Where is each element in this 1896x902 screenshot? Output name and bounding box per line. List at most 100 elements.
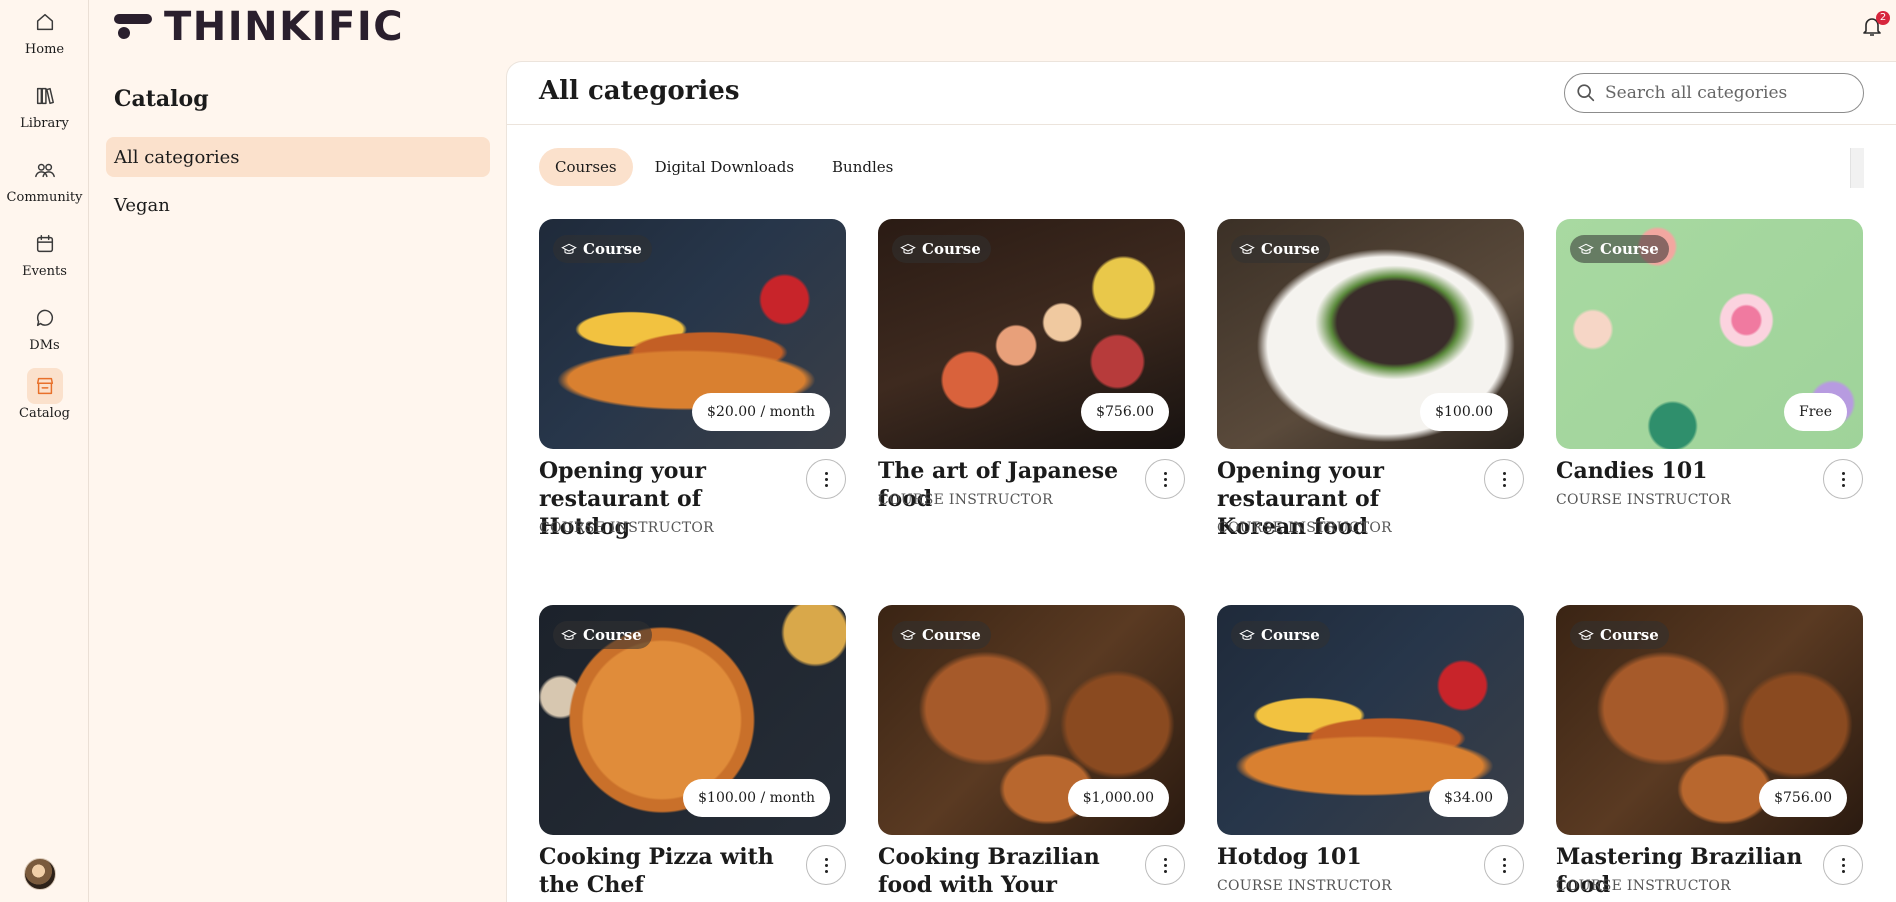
tab-digital-downloads[interactable]: Digital Downloads	[639, 148, 810, 186]
course-thumbnail[interactable]: Course $100.00	[1217, 219, 1524, 449]
course-type-badge: Course	[892, 235, 991, 263]
course-instructor: COURSE INSTRUCTOR	[1556, 878, 1732, 894]
course-instructor: COURSE INSTRUCTOR	[539, 520, 715, 536]
nav-events-label: Events	[22, 264, 67, 279]
thinkific-logo[interactable]: THINKIFIC	[114, 4, 405, 50]
nav-catalog[interactable]: Catalog	[0, 368, 89, 434]
more-options-button[interactable]	[1145, 845, 1185, 885]
price-tag: $20.00 / month	[692, 393, 830, 431]
calendar-icon	[27, 226, 63, 262]
course-card: Course Free Candies 101 COURSE INSTRUCTO…	[1556, 219, 1863, 508]
price-tag: $1,000.00	[1067, 779, 1169, 817]
more-options-button[interactable]	[1145, 459, 1185, 499]
graduation-cap-icon	[1239, 629, 1255, 640]
course-type-label: Course	[1261, 626, 1320, 644]
search-box[interactable]	[1564, 73, 1864, 113]
nav-dms-label: DMs	[29, 338, 60, 353]
nav-library-label: Library	[20, 116, 69, 131]
nav-catalog-label: Catalog	[19, 406, 70, 421]
course-type-label: Course	[1600, 626, 1659, 644]
course-type-label: Course	[583, 240, 642, 258]
left-nav-rail: Home Library Community Events DMs Catalo…	[0, 0, 89, 902]
course-thumbnail[interactable]: Course $756.00	[1556, 605, 1863, 835]
nav-library[interactable]: Library	[0, 78, 89, 144]
course-instructor: COURSE INSTRUCTOR	[1556, 492, 1732, 508]
course-thumbnail[interactable]: Course $100.00 / month	[539, 605, 846, 835]
course-thumbnail[interactable]: Course $34.00	[1217, 605, 1524, 835]
chat-icon	[27, 300, 63, 336]
graduation-cap-icon	[1578, 629, 1594, 640]
graduation-cap-icon	[900, 629, 916, 640]
course-title[interactable]: Cooking Brazilian food with Your Instruc…	[878, 843, 1136, 902]
catalog-title: Catalog	[114, 86, 209, 112]
course-type-label: Course	[922, 240, 981, 258]
price-tag: $34.00	[1429, 779, 1508, 817]
course-card: Course $34.00 Hotdog 101 COURSE INSTRUCT…	[1217, 605, 1524, 894]
course-title[interactable]: Hotdog 101	[1217, 843, 1475, 871]
course-title[interactable]: Candies 101	[1556, 457, 1814, 485]
logo-text: THINKIFIC	[164, 4, 405, 50]
library-icon	[27, 78, 63, 114]
more-options-button[interactable]	[1484, 459, 1524, 499]
tabs-scrollbar[interactable]	[1850, 148, 1864, 188]
tab-bundles[interactable]: Bundles	[816, 148, 909, 186]
course-type-label: Course	[1600, 240, 1659, 258]
more-options-button[interactable]	[1823, 459, 1863, 499]
price-tag: $100.00	[1420, 393, 1508, 431]
course-card: Course $100.00 / month Cooking Pizza wit…	[539, 605, 846, 898]
home-icon	[27, 4, 63, 40]
avatar[interactable]	[24, 858, 56, 890]
nav-home[interactable]: Home	[0, 4, 89, 70]
community-icon	[27, 152, 63, 188]
tab-courses[interactable]: Courses	[539, 148, 633, 186]
graduation-cap-icon	[900, 243, 916, 254]
category-all[interactable]: All categories	[106, 137, 490, 177]
search-icon	[1577, 84, 1595, 102]
nav-community-label: Community	[6, 190, 83, 205]
notification-count-badge: 2	[1876, 11, 1890, 25]
course-thumbnail[interactable]: Course Free	[1556, 219, 1863, 449]
course-title[interactable]: Cooking Pizza with the Chef	[539, 843, 797, 899]
price-tag: Free	[1784, 393, 1847, 431]
category-vegan[interactable]: Vegan	[106, 185, 490, 225]
product-type-tabs: Courses Digital Downloads Bundles	[539, 148, 915, 188]
more-options-button[interactable]	[806, 459, 846, 499]
course-instructor: COURSE INSTRUCTOR	[1217, 520, 1393, 536]
course-type-badge: Course	[553, 621, 652, 649]
nav-events[interactable]: Events	[0, 226, 89, 292]
course-type-label: Course	[1261, 240, 1320, 258]
course-type-badge: Course	[892, 621, 991, 649]
page-title: All categories	[539, 76, 740, 106]
course-type-badge: Course	[1570, 621, 1669, 649]
notifications-button[interactable]: 2	[1860, 11, 1890, 42]
graduation-cap-icon	[1239, 243, 1255, 254]
nav-dms[interactable]: DMs	[0, 300, 89, 366]
course-card: Course $756.00 The art of Japanese food …	[878, 219, 1185, 512]
course-thumbnail[interactable]: Course $20.00 / month	[539, 219, 846, 449]
storefront-icon	[26, 368, 63, 404]
course-type-badge: Course	[1231, 621, 1330, 649]
logo-mark-icon	[114, 10, 152, 44]
course-instructor: COURSE INSTRUCTOR	[1217, 878, 1393, 894]
nav-home-label: Home	[24, 42, 65, 57]
more-options-button[interactable]	[1823, 845, 1863, 885]
course-type-badge: Course	[1231, 235, 1330, 263]
main-header: All categories	[507, 62, 1896, 125]
course-thumbnail[interactable]: Course $1,000.00	[878, 605, 1185, 835]
course-card: Course $1,000.00 Cooking Brazilian food …	[878, 605, 1185, 902]
price-tag: $756.00	[1759, 779, 1847, 817]
graduation-cap-icon	[561, 243, 577, 254]
course-type-label: Course	[583, 626, 642, 644]
course-thumbnail[interactable]: Course $756.00	[878, 219, 1185, 449]
course-instructor: COURSE INSTRUCTOR	[878, 492, 1054, 508]
more-options-button[interactable]	[806, 845, 846, 885]
search-input[interactable]	[1605, 83, 1855, 103]
course-type-label: Course	[922, 626, 981, 644]
graduation-cap-icon	[1578, 243, 1594, 254]
course-card: Course $756.00 Mastering Brazilian food …	[1556, 605, 1863, 898]
course-card: Course $20.00 / month Opening your resta…	[539, 219, 846, 540]
more-options-button[interactable]	[1484, 845, 1524, 885]
course-type-badge: Course	[553, 235, 652, 263]
nav-community[interactable]: Community	[0, 152, 89, 218]
catalog-main-panel: All categories Courses Digital Downloads…	[506, 61, 1896, 902]
